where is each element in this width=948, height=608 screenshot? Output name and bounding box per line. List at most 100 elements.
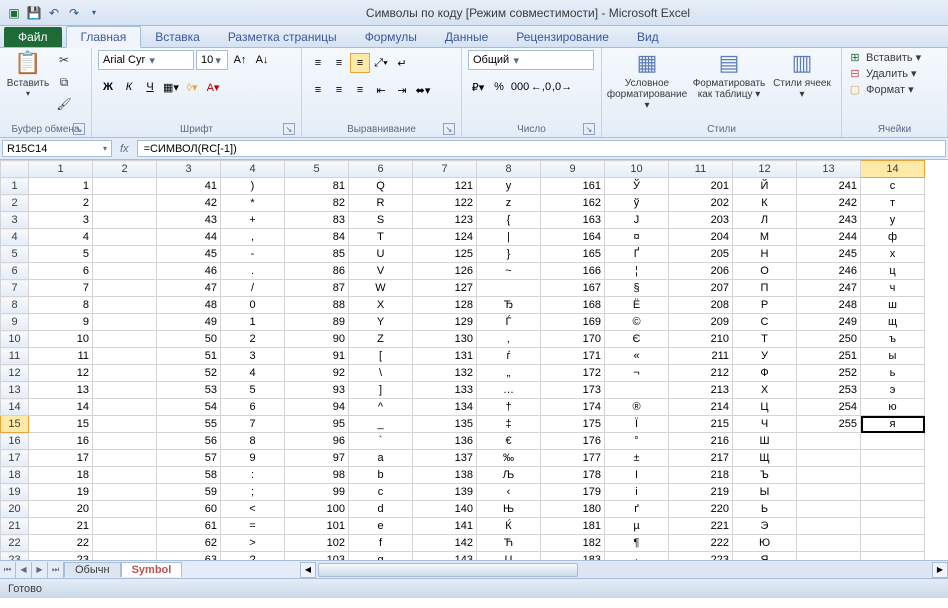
cell[interactable]: 83 [285, 212, 349, 229]
cell[interactable]: _ [349, 416, 413, 433]
cell[interactable]: 170 [541, 331, 605, 348]
cell[interactable]: 208 [669, 297, 733, 314]
cell[interactable]: 49 [157, 314, 221, 331]
cell[interactable] [861, 467, 925, 484]
cell[interactable]: 254 [797, 399, 861, 416]
cell[interactable]: 174 [541, 399, 605, 416]
cell[interactable]: 41 [157, 178, 221, 195]
cell[interactable]: 20 [29, 501, 93, 518]
sheet-tab-1[interactable]: Symbol [121, 562, 183, 577]
cell[interactable]: f [349, 535, 413, 552]
cell[interactable]: 179 [541, 484, 605, 501]
cell[interactable]: 211 [669, 348, 733, 365]
cell[interactable]: 135 [413, 416, 477, 433]
cell[interactable] [861, 518, 925, 535]
number-format-combo[interactable]: Общий▾ [468, 50, 594, 70]
cell[interactable]: 172 [541, 365, 605, 382]
cell[interactable]: 52 [157, 365, 221, 382]
cell[interactable]: 162 [541, 195, 605, 212]
row-header[interactable]: 15 [1, 416, 29, 433]
font-color-button[interactable]: A▾ [203, 77, 223, 97]
column-header[interactable]: 14 [861, 161, 925, 178]
row-header[interactable]: 3 [1, 212, 29, 229]
cell[interactable]: 124 [413, 229, 477, 246]
cell[interactable]: Й [733, 178, 797, 195]
cell[interactable]: Ђ [477, 297, 541, 314]
comma-icon[interactable]: 000 [510, 77, 530, 97]
font-name-combo[interactable]: Arial Cyr▾ [98, 50, 194, 70]
cut-icon[interactable]: ✂ [54, 50, 74, 70]
cell[interactable]: 2 [29, 195, 93, 212]
cell[interactable]: Э [733, 518, 797, 535]
cell[interactable]: § [605, 280, 669, 297]
cell[interactable]: 163 [541, 212, 605, 229]
delete-cells-button[interactable]: ⊟Удалить ▾ [848, 66, 921, 80]
underline-button[interactable]: Ч [140, 77, 160, 97]
cell[interactable]: ѓ [477, 348, 541, 365]
cell[interactable]: 166 [541, 263, 605, 280]
cell[interactable]: € [477, 433, 541, 450]
tab-insert[interactable]: Вставка [141, 27, 214, 47]
row-header[interactable]: 10 [1, 331, 29, 348]
undo-icon[interactable]: ↶ [46, 5, 62, 21]
cell[interactable]: Р [733, 297, 797, 314]
cell[interactable]: ў [605, 195, 669, 212]
cell[interactable] [93, 229, 157, 246]
format-painter-icon[interactable]: 🖌 [54, 94, 74, 114]
cell[interactable]: 100 [285, 501, 349, 518]
cell[interactable]: 56 [157, 433, 221, 450]
scroll-thumb[interactable] [318, 563, 578, 577]
font-launcher[interactable]: ↘ [283, 123, 295, 135]
cell[interactable]: 244 [797, 229, 861, 246]
cell[interactable]: 98 [285, 467, 349, 484]
cell[interactable]: у [861, 212, 925, 229]
cell[interactable] [93, 246, 157, 263]
cell[interactable] [797, 518, 861, 535]
cell[interactable]: ч [861, 280, 925, 297]
tab-page-layout[interactable]: Разметка страницы [214, 27, 351, 47]
cell[interactable]: b [349, 467, 413, 484]
tab-data[interactable]: Данные [431, 27, 502, 47]
qat-more-icon[interactable]: ▾ [86, 5, 102, 21]
cell[interactable] [93, 195, 157, 212]
cell[interactable]: 178 [541, 467, 605, 484]
cell[interactable]: 241 [797, 178, 861, 195]
cell[interactable]: y [477, 178, 541, 195]
bold-button[interactable]: Ж [98, 77, 118, 97]
cell[interactable] [93, 314, 157, 331]
formula-input[interactable]: =СИМВОЛ(RC[-1]) [137, 140, 946, 157]
cell[interactable]: Ц [733, 399, 797, 416]
cell[interactable]: 142 [413, 535, 477, 552]
cell[interactable]: 17 [29, 450, 93, 467]
cell[interactable] [797, 467, 861, 484]
paste-button[interactable]: 📋 Вставить ▾ [6, 50, 50, 98]
increase-font-icon[interactable]: A↑ [230, 50, 250, 70]
cell[interactable]: { [477, 212, 541, 229]
wrap-text-icon[interactable]: ↵ [392, 53, 412, 73]
decrease-indent-icon[interactable]: ⇤ [371, 80, 391, 100]
cell[interactable]: 252 [797, 365, 861, 382]
cell[interactable] [93, 501, 157, 518]
insert-cells-button[interactable]: ⊞Вставить ▾ [848, 50, 921, 64]
cell[interactable] [93, 433, 157, 450]
cell[interactable]: ґ [605, 501, 669, 518]
cell[interactable]: 6 [221, 399, 285, 416]
cell[interactable]: 209 [669, 314, 733, 331]
cell[interactable]: 181 [541, 518, 605, 535]
row-header[interactable]: 2 [1, 195, 29, 212]
align-middle-icon[interactable]: ≡ [329, 53, 349, 73]
cell[interactable]: † [477, 399, 541, 416]
cell[interactable]: . [221, 263, 285, 280]
cell[interactable]: ‰ [477, 450, 541, 467]
cell[interactable]: 215 [669, 416, 733, 433]
cell[interactable] [861, 484, 925, 501]
cell[interactable]: ` [349, 433, 413, 450]
cell[interactable]: 171 [541, 348, 605, 365]
sheet-tab-0[interactable]: Обычн [64, 562, 121, 577]
cell[interactable]: 169 [541, 314, 605, 331]
cell[interactable]: 94 [285, 399, 349, 416]
cell[interactable]: 4 [29, 229, 93, 246]
cell[interactable]: 212 [669, 365, 733, 382]
cell[interactable]: ¦ [605, 263, 669, 280]
cell[interactable] [861, 501, 925, 518]
